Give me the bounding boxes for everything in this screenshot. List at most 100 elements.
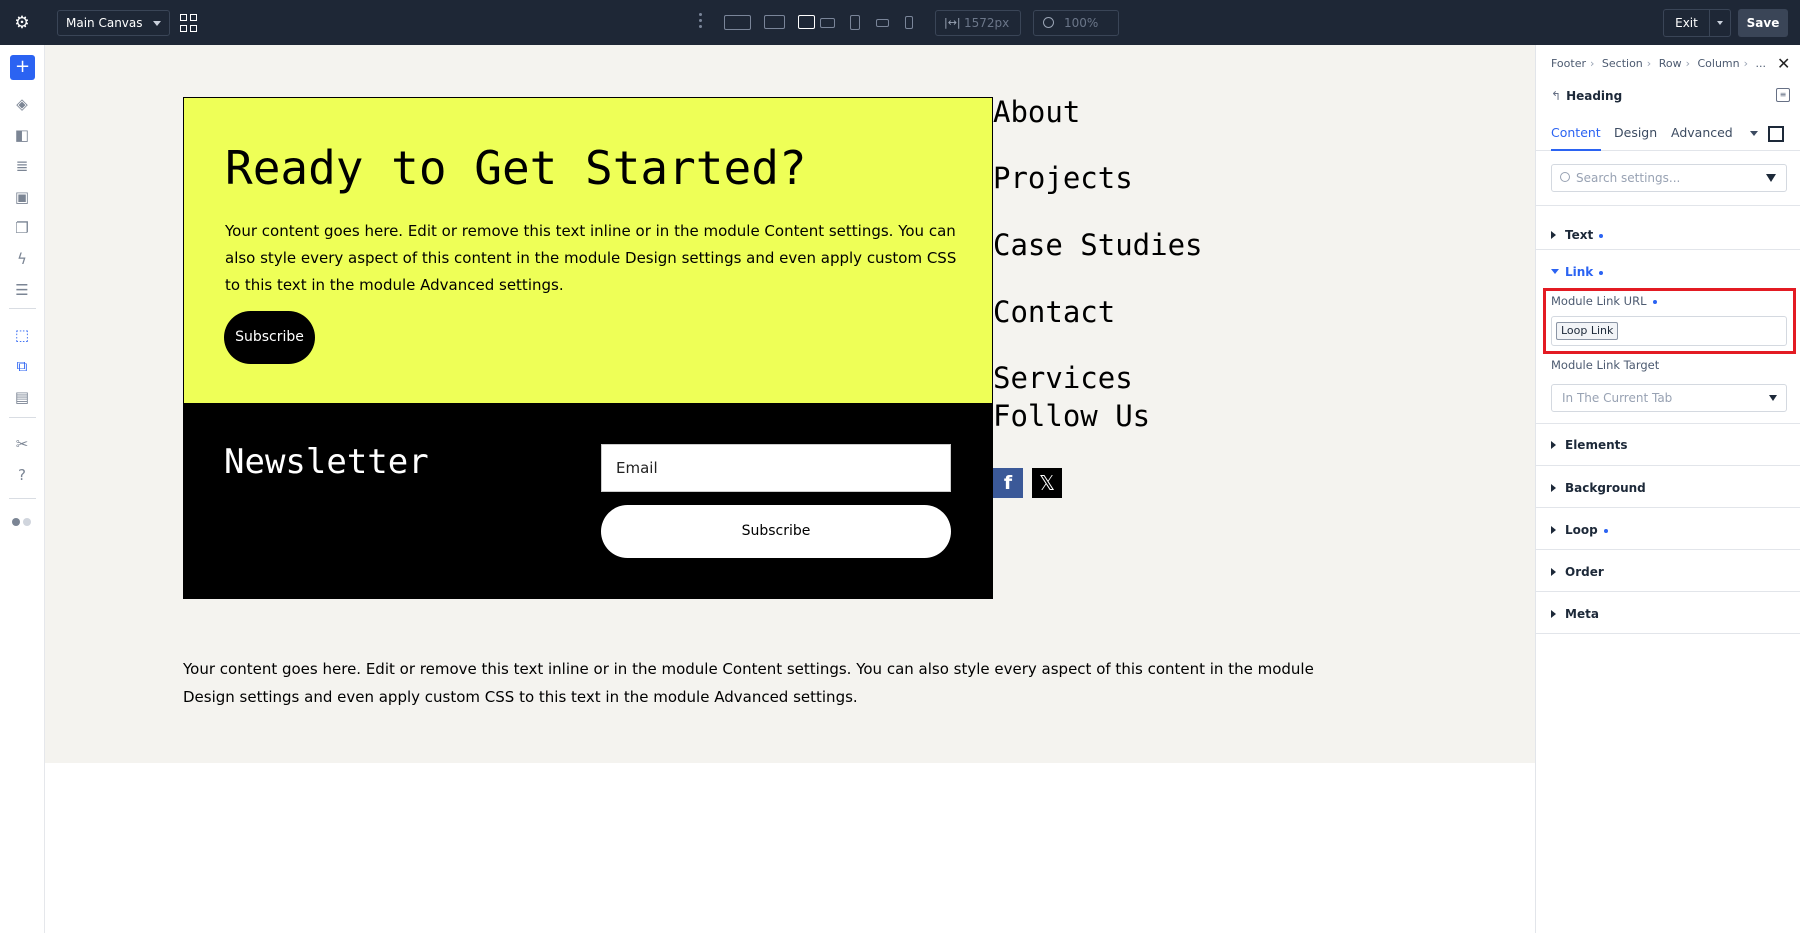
add-icon[interactable]: + — [10, 55, 35, 80]
cursor-select-icon[interactable]: ⬚ — [11, 324, 33, 346]
zoom-input[interactable]: 100% — [1033, 10, 1119, 36]
divider — [1536, 507, 1800, 508]
footer-link-projects[interactable]: Projects — [993, 160, 1133, 196]
facebook-icon[interactable]: f — [993, 468, 1023, 498]
sections-icon[interactable]: ☰ — [11, 279, 33, 301]
chevron-down-icon — [153, 21, 161, 26]
module-name: Heading — [1566, 89, 1623, 103]
module-link-target-label: Module Link Target — [1551, 358, 1660, 372]
desktop-wide-view-icon[interactable] — [722, 0, 752, 45]
canvas-select-value: Main Canvas — [66, 16, 143, 30]
close-icon[interactable]: ✕ — [1777, 56, 1790, 72]
loop-link-tag[interactable]: Loop Link — [1556, 322, 1619, 340]
phone-landscape-view-icon[interactable] — [874, 0, 890, 45]
multi-select-icon[interactable]: ⧉ — [11, 355, 33, 377]
divider — [1536, 249, 1800, 250]
breadcrumb-footer[interactable]: Footer — [1551, 57, 1586, 70]
canvas-width-value: 1572px — [964, 16, 1010, 30]
hero-text[interactable]: Your content goes here. Edit or remove t… — [225, 218, 965, 299]
bottom-text-module[interactable]: Your content goes here. Edit or remove t… — [183, 655, 1353, 711]
back-icon[interactable]: ↰ — [1551, 89, 1561, 103]
target-select-value: In The Current Tab — [1562, 391, 1673, 405]
group-background[interactable]: Background — [1551, 480, 1646, 496]
layers-icon[interactable]: ◈ — [11, 93, 33, 115]
theme-toggle[interactable] — [11, 517, 33, 527]
breadcrumb: Footer › Section › Row › Column › ... — [1551, 57, 1767, 70]
group-loop[interactable]: Loop — [1551, 522, 1608, 538]
theme-builder-icon[interactable]: ◧ — [11, 124, 33, 146]
tab-design[interactable]: Design — [1614, 115, 1657, 151]
chevron-down-icon — [1769, 395, 1777, 401]
group-link[interactable]: Link — [1551, 264, 1604, 280]
layout-icon[interactable]: ▣ — [11, 186, 33, 208]
tablet-landscape-view-icon[interactable] — [818, 0, 838, 45]
width-icon: |↔| — [944, 16, 961, 29]
breadcrumb-row[interactable]: Row — [1659, 57, 1682, 70]
help-icon[interactable]: ? — [11, 464, 33, 486]
chevron-down-icon[interactable] — [1750, 131, 1758, 136]
zoom-value: 100% — [1064, 16, 1099, 30]
search-input[interactable]: Search settings... — [1551, 164, 1787, 192]
tab-advanced[interactable]: Advanced — [1671, 115, 1733, 151]
kebab-menu-icon[interactable] — [699, 13, 703, 31]
search-icon — [1043, 17, 1054, 28]
module-link-url-field[interactable]: Loop Link — [1551, 316, 1787, 346]
rail-divider — [9, 308, 36, 309]
cta-section[interactable]: Ready to Get Started? Your content goes … — [183, 97, 993, 404]
group-meta[interactable]: Meta — [1551, 606, 1599, 622]
desktop-view-icon[interactable] — [762, 0, 786, 45]
modified-dot — [1603, 528, 1608, 533]
tab-content[interactable]: Content — [1551, 115, 1601, 151]
laptop-view-icon[interactable] — [796, 0, 816, 45]
group-order[interactable]: Order — [1551, 564, 1604, 580]
filter-icon[interactable] — [1766, 174, 1776, 182]
divider — [1536, 205, 1800, 206]
breadcrumb-more[interactable]: ... — [1756, 57, 1767, 70]
rail-divider — [9, 498, 36, 499]
save-button[interactable]: Save — [1738, 9, 1788, 37]
tablet-portrait-view-icon[interactable] — [848, 0, 862, 45]
breadcrumb-section[interactable]: Section — [1602, 57, 1643, 70]
grid-icon[interactable] — [180, 14, 198, 32]
group-elements[interactable]: Elements — [1551, 437, 1628, 453]
hero-subscribe-button[interactable]: Subscribe — [224, 311, 315, 364]
presets-icon[interactable]: ≡ — [1776, 88, 1790, 102]
follow-us-heading[interactable]: Follow Us — [993, 398, 1150, 434]
divider — [1536, 591, 1800, 592]
exit-options-button[interactable] — [1709, 9, 1731, 37]
divider — [1536, 549, 1800, 550]
phone-portrait-view-icon[interactable] — [903, 0, 915, 45]
left-toolbar: + ◈ ◧ ≣ ▣ ❐ ϟ ☰ ⬚ ⧉ ▤ ✂ ? — [0, 45, 45, 933]
settings-panel: Footer › Section › Row › Column › ... ✕ ↰ Hea… — [1535, 45, 1800, 933]
footer-link-services[interactable]: Services — [993, 360, 1133, 396]
footer-link-case-studies[interactable]: Case Studies — [993, 227, 1203, 263]
module-link-target-select[interactable]: In The Current Tab — [1551, 384, 1787, 412]
x-icon[interactable]: 𝕏 — [1032, 468, 1062, 498]
footer-link-contact[interactable]: Contact — [993, 294, 1115, 330]
database-icon[interactable]: ≣ — [11, 155, 33, 177]
breadcrumb-column[interactable]: Column — [1697, 57, 1739, 70]
divider — [1536, 633, 1800, 634]
newsletter-subscribe-button[interactable]: Subscribe — [601, 505, 951, 558]
divider — [1536, 465, 1800, 466]
newsletter-section[interactable]: Newsletter Email Subscribe — [183, 403, 993, 599]
exit-button[interactable]: Exit — [1663, 9, 1709, 37]
preview-box-icon[interactable] — [1768, 126, 1784, 142]
canvas-select[interactable]: Main Canvas — [57, 10, 170, 36]
module-link-url-label: Module Link URL — [1551, 294, 1657, 308]
lightning-icon[interactable]: ϟ — [11, 248, 33, 270]
pages-icon[interactable]: ❐ — [11, 217, 33, 239]
canvas-width-input[interactable]: |↔| 1572px — [935, 10, 1021, 36]
group-text[interactable]: Text — [1551, 227, 1604, 243]
newsletter-heading[interactable]: Newsletter — [224, 441, 429, 483]
gear-icon[interactable]: ⚙ — [10, 11, 34, 35]
template-settings-icon[interactable]: ▤ — [11, 386, 33, 408]
chevron-down-icon — [1717, 21, 1723, 25]
footer-link-about[interactable]: About — [993, 94, 1080, 130]
hero-heading[interactable]: Ready to Get Started? — [225, 140, 945, 196]
email-field[interactable]: Email — [601, 444, 951, 492]
divider — [1536, 423, 1800, 424]
module-title: ↰ Heading — [1551, 88, 1622, 104]
tools-icon[interactable]: ✂ — [11, 433, 33, 455]
search-icon — [1560, 172, 1570, 182]
